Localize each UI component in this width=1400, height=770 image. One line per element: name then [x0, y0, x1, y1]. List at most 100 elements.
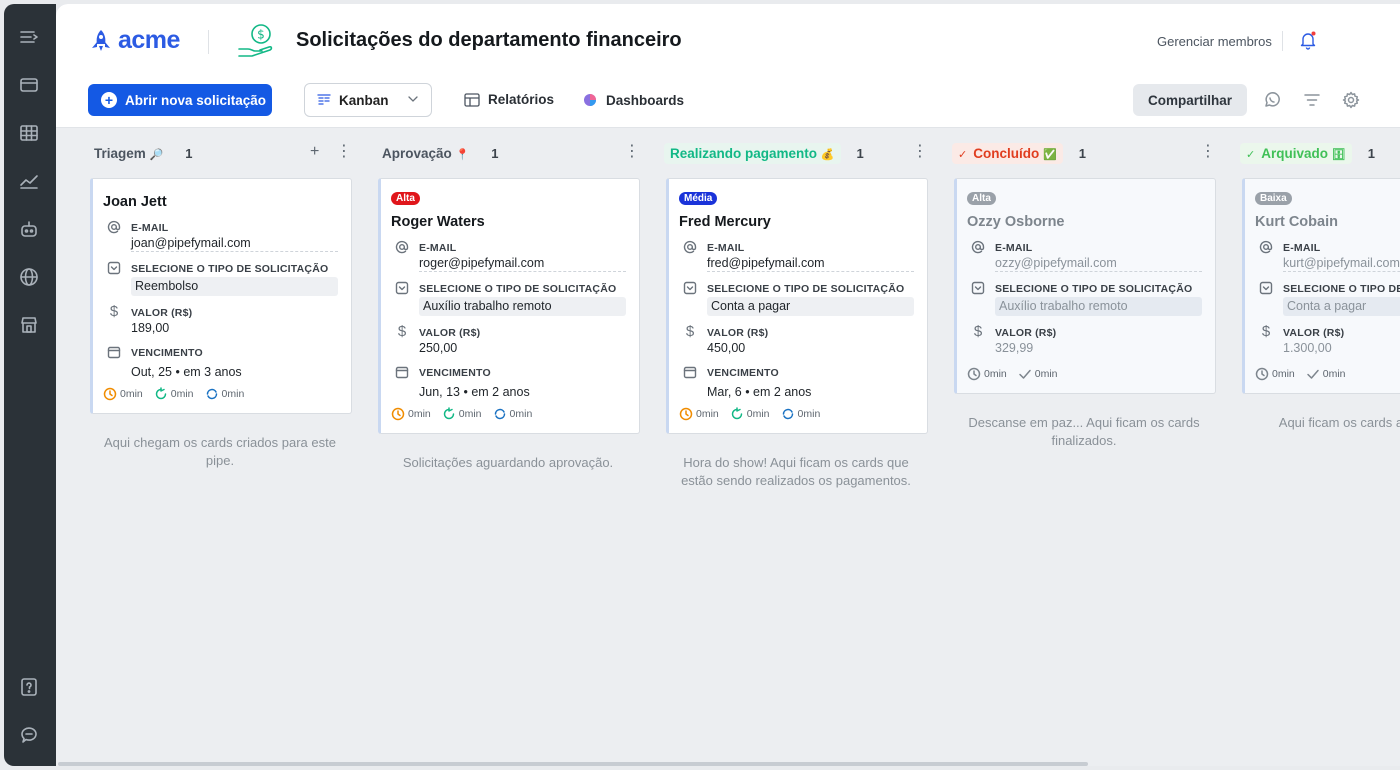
card-title: Fred Mercury: [679, 214, 771, 230]
priority-badge: Baixa: [1255, 192, 1292, 205]
store-icon[interactable]: [18, 314, 40, 336]
inbox-icon[interactable]: [18, 74, 40, 96]
priority-badge: Média: [679, 192, 718, 205]
done-check-icon: [1019, 369, 1031, 379]
card-timers: 0min 0min 0min: [391, 407, 537, 421]
priority-badge: Alta: [967, 192, 996, 205]
due-label: VENCIMENTO: [419, 367, 491, 379]
column-title: ✓ Arquivado 🗄: [1240, 142, 1352, 164]
calendar-icon: [107, 345, 121, 359]
main-panel: acme $ Solicitações do departamento fina…: [56, 4, 1400, 766]
calendar-icon: [395, 365, 409, 379]
whatsapp-icon[interactable]: [1263, 91, 1281, 109]
dollar-icon: $: [1261, 323, 1271, 340]
open-new-request-label: Abrir nova solicitação: [125, 92, 267, 108]
card-timers: 0min 0min 0min: [679, 407, 825, 421]
column-description: Aqui chegam os cards criados para este p…: [104, 435, 336, 468]
pipe-header: acme $ Solicitações do departamento fina…: [56, 4, 1400, 128]
card-joan-jett[interactable]: Joan Jett E-MAIL joan@pipefymail.com SEL…: [90, 178, 352, 414]
reports-label: Relatórios: [488, 92, 555, 107]
type-label: SELECIONE O TIPO DE SOLICITAÇÃO: [707, 283, 905, 295]
column-menu-icon[interactable]: ⋮: [336, 144, 352, 160]
check-icon: ✓: [958, 148, 968, 161]
rocket-logo-icon: [92, 29, 110, 51]
column-menu-icon[interactable]: ⋮: [912, 144, 928, 160]
column-title: Triagem 🔎: [94, 145, 164, 161]
help-icon[interactable]: [18, 676, 40, 698]
chat-support-icon[interactable]: [18, 724, 40, 746]
filter-icon[interactable]: [1303, 91, 1321, 109]
dollar-icon: $: [973, 323, 983, 340]
select-checkbox-icon: [1259, 281, 1273, 295]
card-title: Joan Jett: [103, 194, 167, 210]
manage-members-link[interactable]: Gerenciar membros: [1157, 34, 1272, 49]
view-select-value: Kanban: [339, 92, 389, 108]
view-select-dropdown[interactable]: Kanban: [304, 83, 432, 117]
share-button[interactable]: Compartilhar: [1133, 84, 1247, 116]
card-fred-mercury[interactable]: Média Fred Mercury E-MAIL fred@pipefymai…: [666, 178, 928, 434]
email-underline: [419, 271, 626, 272]
email-label: E-MAIL: [707, 242, 745, 254]
globe-icon[interactable]: [18, 266, 40, 288]
chevron-down-icon: [408, 96, 418, 102]
refresh-time-icon: [782, 408, 793, 420]
email-at-icon: [971, 240, 985, 254]
dashboards-tab[interactable]: Dashboards: [582, 92, 684, 108]
column-title: Realizando pagamento 💰: [664, 142, 841, 164]
select-checkbox-icon: [683, 281, 697, 295]
card-kurt-cobain[interactable]: Baixa Kurt Cobain E-MAIL kurt@pipefymail…: [1242, 178, 1400, 394]
add-card-icon[interactable]: +: [310, 144, 319, 160]
sidebar: [4, 4, 56, 766]
dollar-icon: $: [109, 303, 119, 320]
card-roger-waters[interactable]: Alta Roger Waters E-MAIL roger@pipefymai…: [378, 178, 640, 434]
email-underline: [131, 251, 338, 252]
type-value: Conta a pagar: [707, 297, 914, 316]
email-value: ozzy@pipefymail.com: [995, 256, 1117, 270]
column-menu-icon[interactable]: ⋮: [1200, 144, 1216, 160]
value-label: VALOR (R$): [995, 327, 1057, 339]
email-label: E-MAIL: [131, 222, 169, 234]
type-value: Auxílio trabalho remoto: [419, 297, 626, 316]
card-ozzy-osborne[interactable]: Alta Ozzy Osborne E-MAIL ozzy@pipefymail…: [954, 178, 1216, 394]
email-at-icon: [395, 240, 409, 254]
acme-logo[interactable]: acme: [88, 26, 180, 55]
menu-expand-icon[interactable]: [18, 26, 40, 48]
column-count: 1: [491, 145, 499, 161]
column-header: Aprovação 📍 1 ⋮: [376, 142, 640, 164]
notifications-bell-icon[interactable]: [1298, 30, 1318, 50]
value-amount: 329,99: [995, 341, 1034, 355]
calendar-icon: [683, 365, 697, 379]
value-amount: 1.300,00: [1283, 341, 1332, 355]
select-checkbox-icon: [107, 261, 121, 275]
card-title: Kurt Cobain: [1255, 214, 1338, 230]
analytics-icon[interactable]: [18, 170, 40, 192]
type-value: Conta a pagar: [1283, 297, 1400, 316]
table-icon[interactable]: [18, 122, 40, 144]
automation-robot-icon[interactable]: [18, 218, 40, 240]
page-title: Solicitações do departamento financeiro: [296, 29, 682, 51]
priority-badge: Alta: [391, 192, 420, 205]
plus-icon: +: [101, 92, 117, 108]
due-label: VENCIMENTO: [131, 347, 203, 359]
clock-icon: [1255, 367, 1269, 381]
settings-gear-icon[interactable]: [1342, 91, 1360, 109]
open-new-request-button[interactable]: + Abrir nova solicitação: [88, 84, 272, 116]
email-label: E-MAIL: [995, 242, 1033, 254]
select-checkbox-icon: [971, 281, 985, 295]
refresh-time-icon: [494, 408, 505, 420]
dashboards-label: Dashboards: [606, 92, 685, 108]
type-label: SELECIONE O TIPO DE SOLICITAÇÃO: [131, 263, 329, 275]
reports-tab[interactable]: Relatórios: [464, 92, 554, 107]
svg-text:$: $: [257, 28, 265, 42]
column-count: 1: [856, 145, 864, 161]
due-value: Mar, 6 • em 2 anos: [707, 385, 812, 399]
column-header: ✓ Concluído ✅ 1 ⋮: [952, 142, 1216, 164]
column-header: Triagem 🔎 1 + ⋮: [88, 142, 352, 164]
value-amount: 450,00: [707, 341, 746, 355]
done-check-icon: [1307, 369, 1319, 379]
column-menu-icon[interactable]: ⋮: [624, 144, 640, 160]
header-divider: [208, 30, 209, 54]
horizontal-scrollbar[interactable]: [58, 762, 1088, 766]
kanban-view-icon: [317, 94, 331, 105]
due-value: Jun, 13 • em 2 anos: [419, 385, 530, 399]
